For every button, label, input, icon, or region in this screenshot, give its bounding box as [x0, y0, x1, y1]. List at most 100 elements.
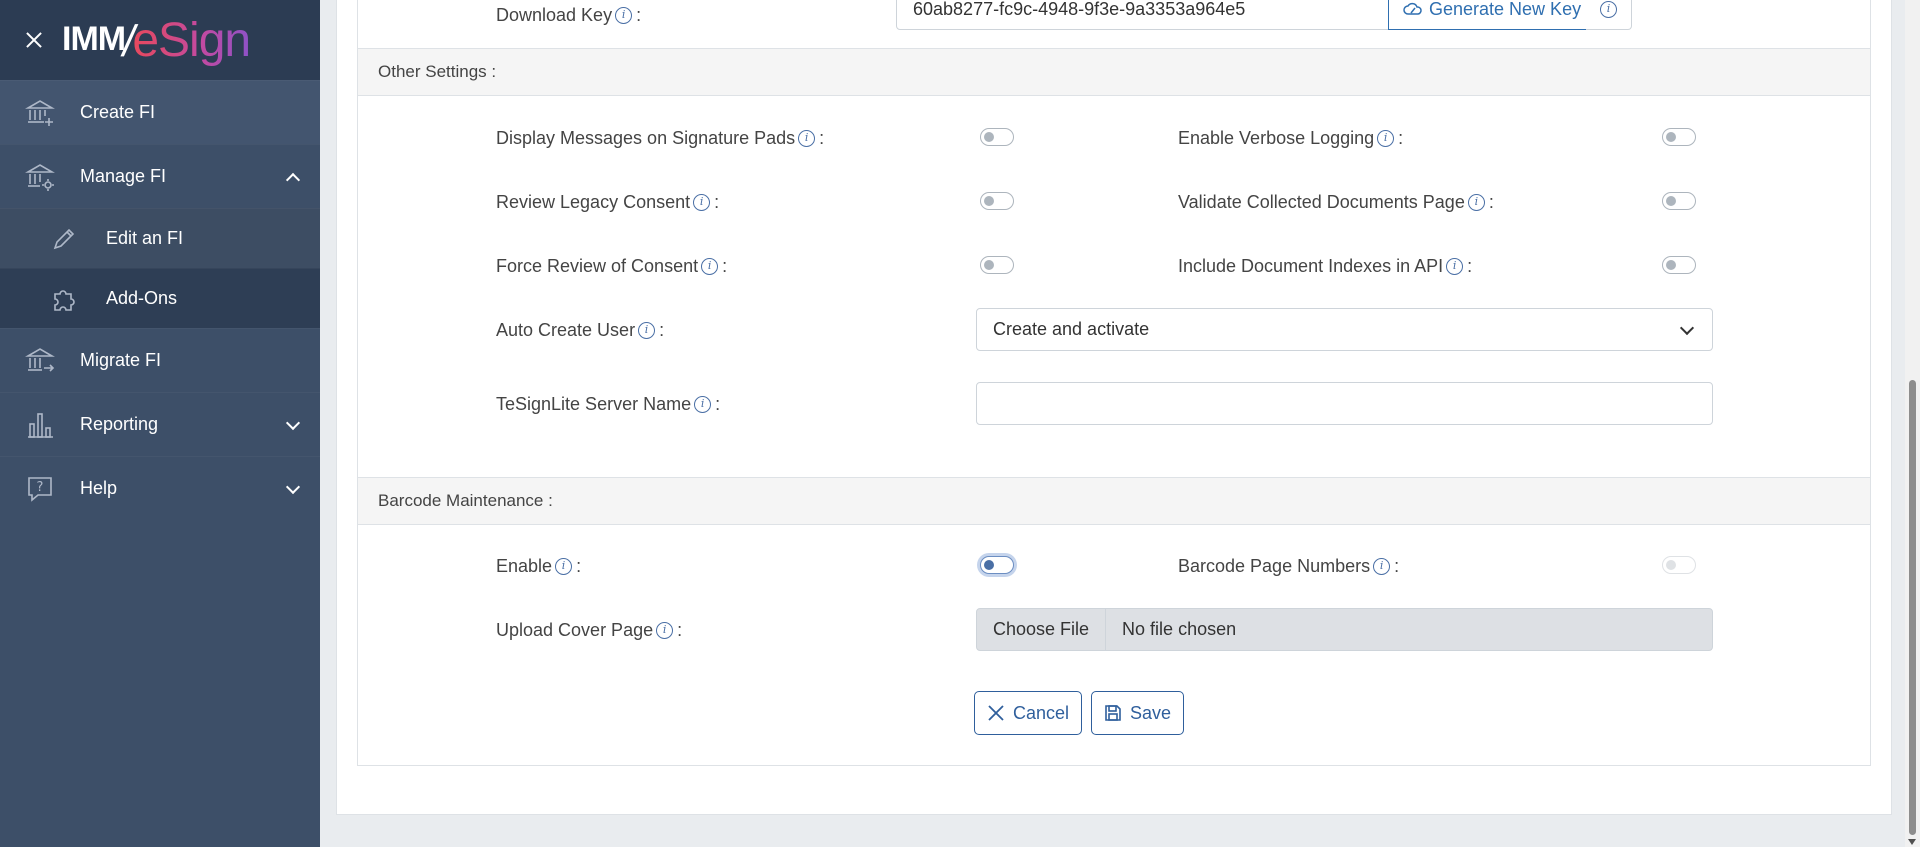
sidebar-item-manage-fi[interactable]: Manage FI [0, 144, 320, 208]
label-text: Download Key [496, 5, 613, 25]
sidebar-nav: Create FI Manage FI Edit an FI Add-Ons M… [0, 80, 320, 520]
sidebar-item-label: Migrate FI [80, 350, 162, 370]
upload-cover-file-input[interactable]: Choose File No file chosen [976, 608, 1713, 651]
label-text: Upload Cover Page [496, 620, 654, 640]
force-review-label: Force Review of Consent i: [496, 256, 728, 276]
download-key-label: Download Key i: [496, 5, 642, 25]
auto-create-user-label: Auto Create User i: [496, 320, 665, 340]
sidebar-item-label: Edit an FI [106, 228, 184, 248]
info-icon[interactable]: i [1467, 194, 1485, 211]
bank-arrow-icon [24, 345, 56, 377]
verbose-logging-toggle[interactable] [1662, 128, 1696, 146]
cancel-label: Cancel [1013, 702, 1070, 723]
info-icon[interactable]: i [693, 194, 711, 211]
validate-docs-label: Validate Collected Documents Page i: [1178, 192, 1494, 212]
choose-file-button[interactable]: Choose File [977, 609, 1107, 650]
sidebar-item-label: Help [80, 478, 118, 498]
download-key-info-button[interactable]: i [1586, 0, 1632, 30]
sidebar-item-label: Create FI [80, 102, 156, 122]
select-value: Create and activate [993, 319, 1150, 339]
display-messages-toggle[interactable] [980, 128, 1014, 146]
svg-text:?: ? [37, 480, 44, 495]
display-messages-label: Display Messages on Signature Pads i: [496, 128, 825, 148]
bank-gear-icon [24, 161, 56, 193]
logo-imm: IMM [62, 19, 126, 58]
close-icon [988, 705, 1004, 721]
generate-label: Generate New Key [1429, 0, 1582, 19]
bar-chart-icon [24, 409, 56, 441]
logo: IMM / eSign [62, 13, 251, 68]
label-text: TeSignLite Server Name [496, 394, 692, 414]
sidebar-item-label: Reporting [80, 414, 159, 434]
sidebar-item-help[interactable]: ? Help [0, 456, 320, 520]
save-label: Save [1130, 702, 1172, 723]
force-review-toggle[interactable] [980, 256, 1014, 274]
label-text: Display Messages on Signature Pads [496, 128, 796, 148]
settings-panel: Download Key i: 60ab8277-fc9c-4948-9f3e-9… [357, 0, 1871, 766]
sidebar-item-add-ons[interactable]: Add-Ons [0, 268, 320, 328]
verbose-logging-label: Enable Verbose Logging i: [1178, 128, 1404, 148]
label-text: Review Legacy Consent [496, 192, 691, 212]
chevron-up-icon [285, 172, 301, 187]
save-button[interactable]: Save [1091, 691, 1185, 735]
sidebar: IMM / eSign Create FI Manage FI Edit an … [0, 0, 320, 847]
auto-create-user-select[interactable]: Create and activate [976, 308, 1713, 351]
validate-docs-toggle[interactable] [1662, 192, 1696, 210]
review-legacy-toggle[interactable] [980, 192, 1014, 210]
file-status: No file chosen [1122, 619, 1237, 639]
label-text: Auto Create User [496, 320, 636, 340]
cloud-key-icon [1403, 2, 1422, 15]
label-text: Validate Collected Documents Page [1178, 192, 1465, 212]
logo-esign: eSign [132, 13, 251, 67]
tesignlite-server-input[interactable] [976, 382, 1713, 425]
info-icon[interactable]: i [701, 258, 719, 275]
page-scrollbar[interactable] [1905, 0, 1920, 847]
barcode-enable-toggle[interactable] [980, 556, 1014, 574]
barcode-enable-label: Enable i: [496, 556, 582, 576]
info-icon[interactable]: i [1446, 258, 1464, 275]
info-icon[interactable]: i [638, 322, 656, 339]
download-key-value: 60ab8277-fc9c-4948-9f3e-9a3353a964e5 [913, 0, 1246, 19]
info-icon[interactable]: i [615, 7, 633, 24]
generate-new-key-button[interactable]: Generate New Key [1388, 0, 1597, 30]
info-icon: i [1600, 0, 1617, 18]
puzzle-icon [48, 283, 80, 315]
info-icon[interactable]: i [798, 130, 816, 147]
label-text: Enable [496, 556, 553, 576]
label-text: Force Review of Consent [496, 256, 699, 276]
download-key-field[interactable]: 60ab8277-fc9c-4948-9f3e-9a3353a964e5 [896, 0, 1389, 30]
scroll-down-arrow-icon[interactable] [1908, 839, 1916, 845]
label-text: Barcode Page Numbers [1178, 556, 1371, 576]
barcode-page-numbers-toggle[interactable] [1662, 556, 1696, 574]
save-icon [1105, 705, 1121, 721]
sidebar-item-reporting[interactable]: Reporting [0, 392, 320, 456]
settings-card: Download Key i: 60ab8277-fc9c-4948-9f3e-9… [336, 0, 1892, 815]
sidebar-item-edit-fi[interactable]: Edit an FI [0, 208, 320, 268]
info-icon[interactable]: i [1373, 558, 1391, 575]
tesignlite-label: TeSignLite Server Name i: [496, 394, 721, 414]
info-icon[interactable]: i [555, 558, 573, 575]
include-indexes-toggle[interactable] [1662, 256, 1696, 274]
chevron-down-icon [285, 415, 301, 430]
sidebar-header: IMM / eSign [0, 0, 320, 80]
include-indexes-label: Include Document Indexes in API i: [1178, 256, 1473, 276]
barcode-header: Barcode Maintenance : [358, 477, 1870, 525]
sidebar-item-label: Add-Ons [106, 288, 178, 308]
barcode-page-numbers-label: Barcode Page Numbers i: [1178, 556, 1400, 576]
info-icon[interactable]: i [656, 622, 674, 639]
sidebar-item-label: Manage FI [80, 166, 167, 186]
close-icon[interactable] [22, 28, 46, 52]
info-icon[interactable]: i [694, 396, 712, 413]
sidebar-item-migrate-fi[interactable]: Migrate FI [0, 328, 320, 392]
label-text: Include Document Indexes in API [1178, 256, 1444, 276]
help-bubble-icon: ? [24, 473, 56, 505]
cancel-button[interactable]: Cancel [974, 691, 1083, 735]
sidebar-item-create-fi[interactable]: Create FI [0, 80, 320, 144]
chevron-down-icon [285, 479, 301, 494]
main-content: Download Key i: 60ab8277-fc9c-4948-9f3e-9… [320, 0, 1920, 847]
scrollbar-thumb[interactable] [1909, 380, 1916, 835]
upload-cover-label: Upload Cover Page i: [496, 620, 683, 640]
review-legacy-label: Review Legacy Consent i: [496, 192, 720, 212]
bank-plus-icon [24, 97, 56, 129]
info-icon[interactable]: i [1377, 130, 1395, 147]
